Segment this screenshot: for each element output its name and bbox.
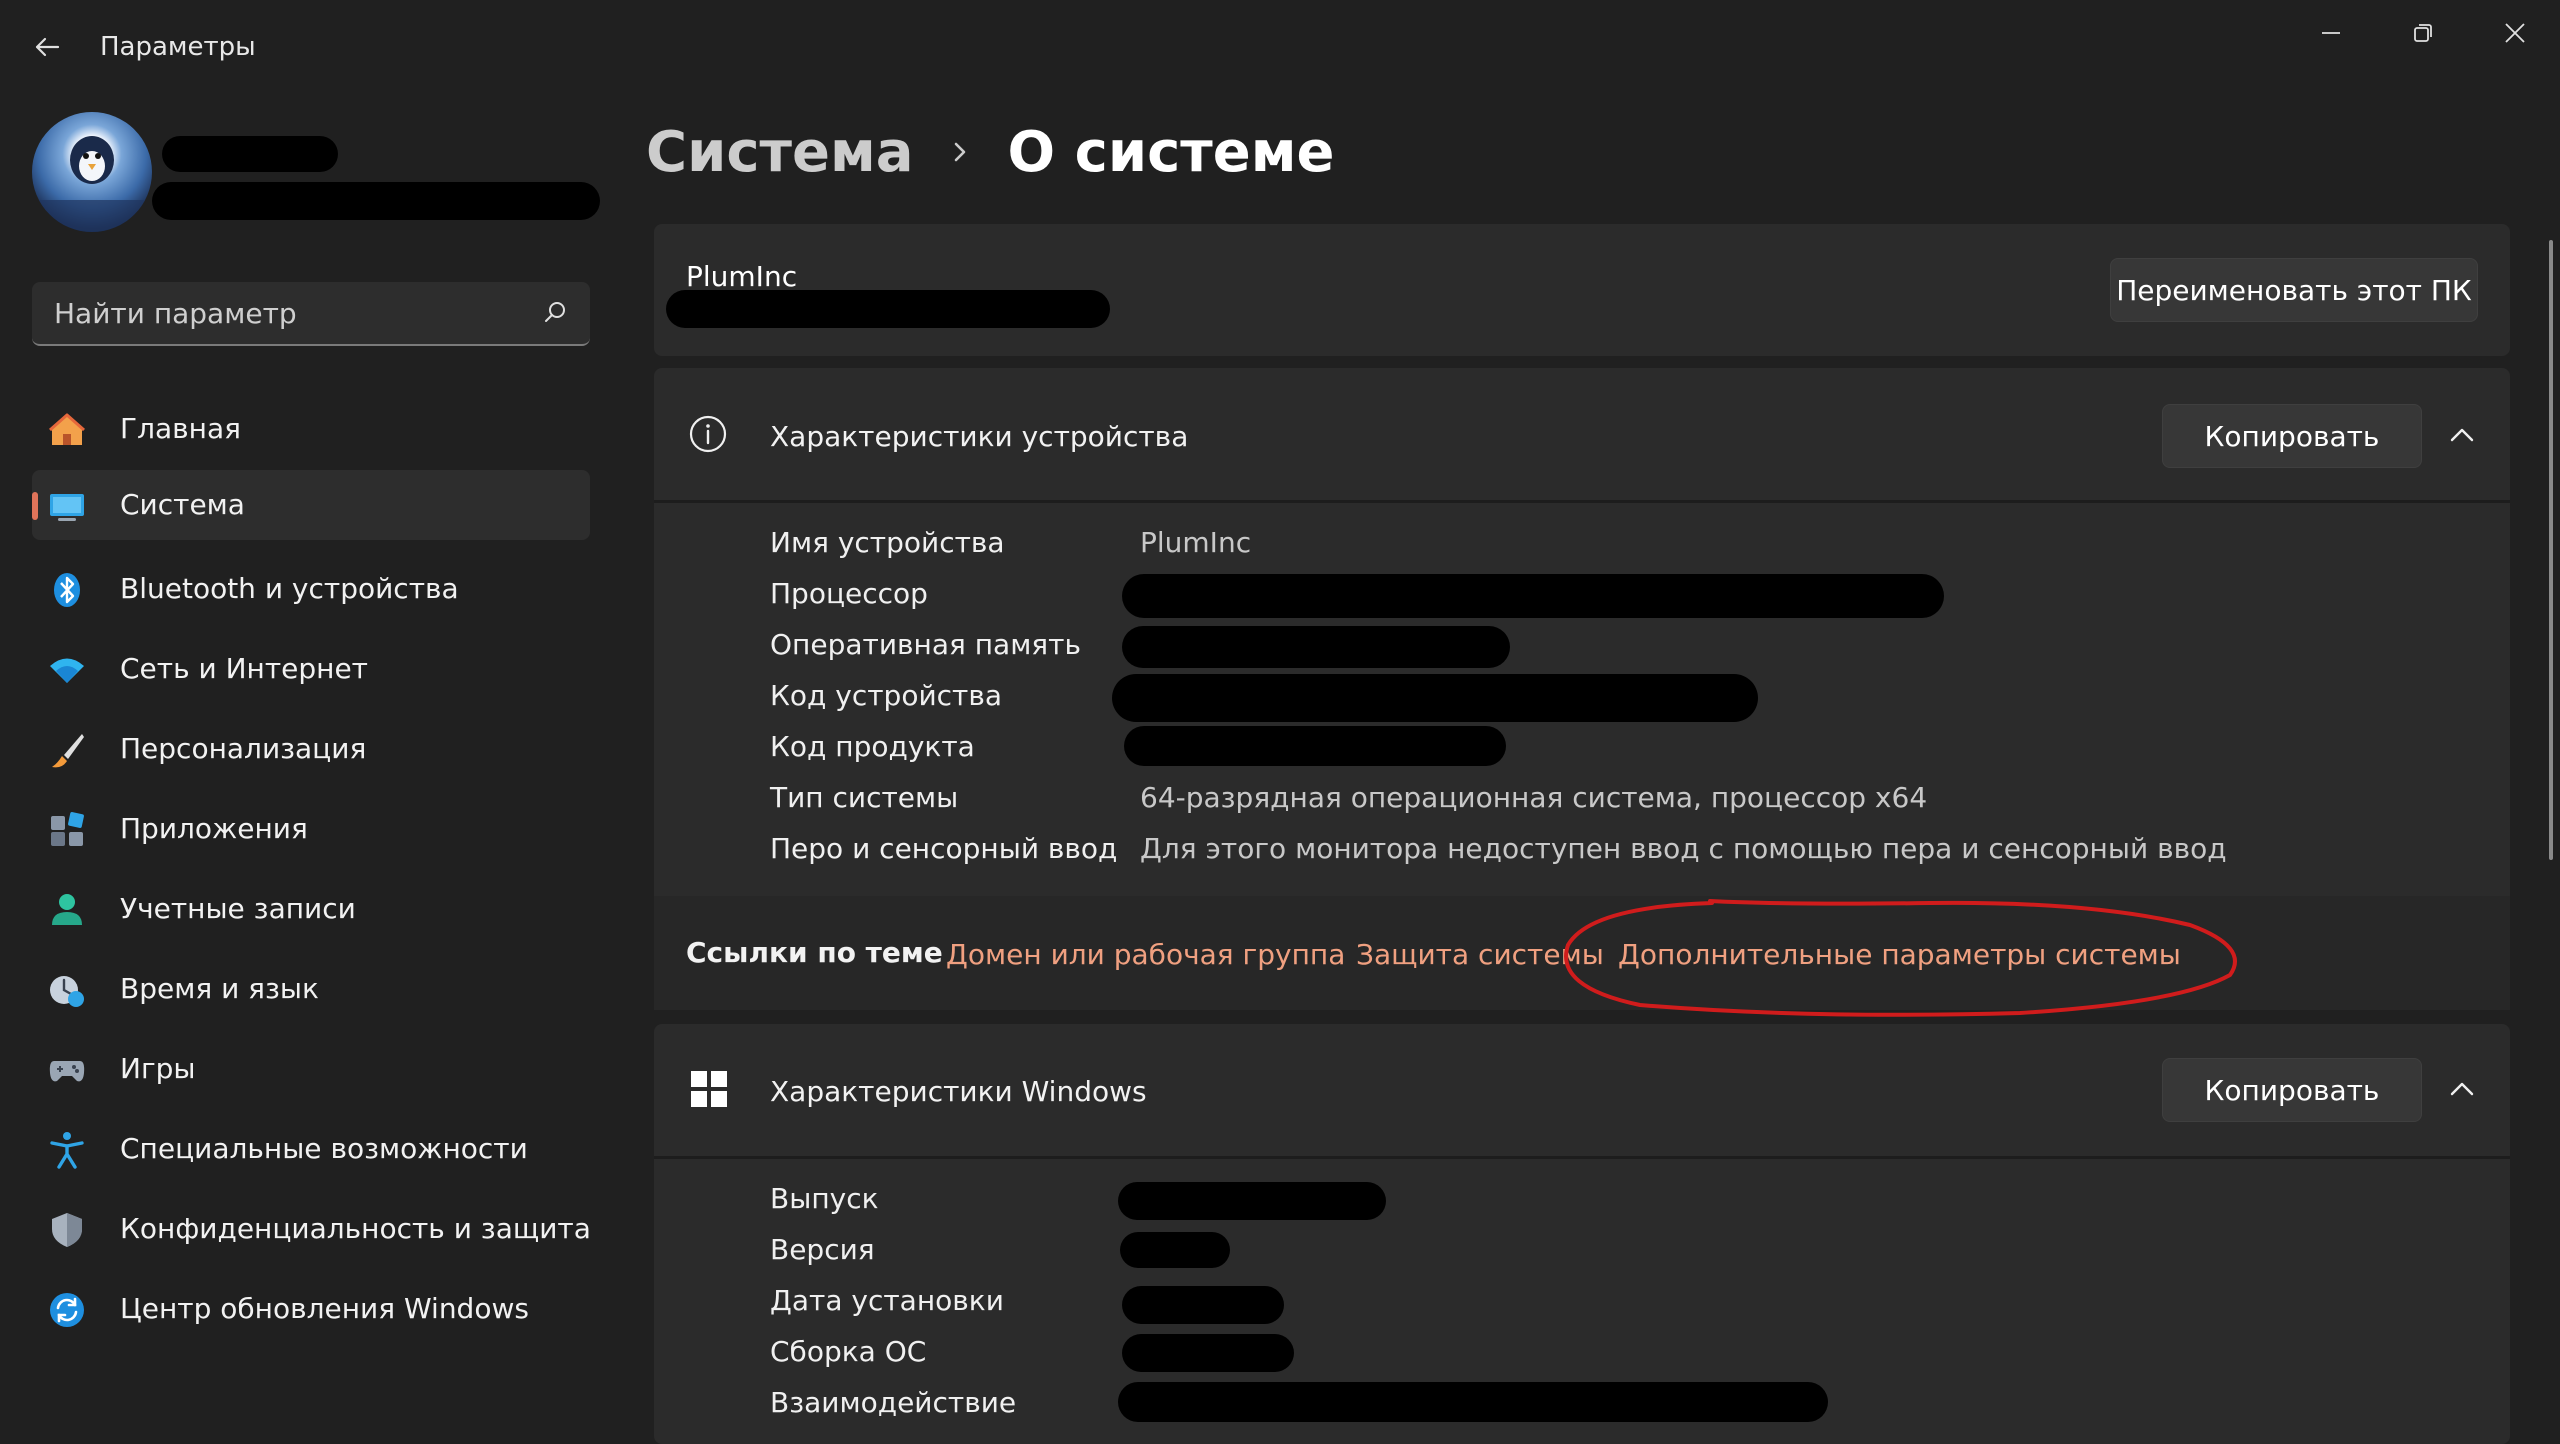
- windows-specs-title: Характеристики Windows: [770, 1075, 1147, 1108]
- rename-pc-button[interactable]: Переименовать этот ПК: [2110, 258, 2478, 322]
- redacted-pc-info: [666, 290, 1110, 328]
- sidebar-item-label: Сеть и Интернет: [120, 652, 368, 685]
- spec-label: Тип системы: [770, 781, 959, 814]
- spec-label: Выпуск: [770, 1182, 879, 1215]
- redacted-spec-value: [1118, 1182, 1386, 1220]
- redacted-spec-value: [1120, 1232, 1230, 1268]
- spec-label: Взаимодействие: [770, 1386, 1017, 1419]
- redacted-spec-value: [1118, 1382, 1828, 1422]
- sidebar-item-label: Специальные возможности: [120, 1132, 528, 1165]
- home-icon: [49, 413, 85, 445]
- wifi-icon: [50, 658, 84, 683]
- chevron-right-icon: [954, 142, 965, 162]
- scrollbar-thumb[interactable]: [2549, 240, 2553, 860]
- apps-icon: [51, 812, 84, 846]
- sidebar-item-bluetooth[interactable]: Bluetooth и устройства: [32, 554, 590, 624]
- spec-label: Оперативная память: [770, 628, 1081, 661]
- sidebar-item-time-language[interactable]: Время и язык: [32, 954, 590, 1024]
- restore-icon: [2414, 24, 2432, 42]
- sidebar-item-label: Bluetooth и устройства: [120, 572, 459, 605]
- sidebar-item-privacy[interactable]: Конфиденциальность и защита: [32, 1194, 591, 1264]
- redacted-spec-value: [1122, 1286, 1284, 1324]
- redacted-spec-value: [1122, 626, 1510, 668]
- redacted-spec-value: [1122, 574, 1944, 618]
- arrow-left-icon: [35, 37, 60, 57]
- device-specs-title: Характеристики устройства: [770, 420, 1189, 453]
- spec-label: Процессор: [770, 577, 928, 610]
- sidebar-item-home[interactable]: Главная: [32, 394, 590, 464]
- sidebar-item-label: Приложения: [120, 812, 308, 845]
- sidebar-item-windows-update[interactable]: Центр обновления Windows: [32, 1274, 590, 1344]
- update-icon: [50, 1293, 84, 1327]
- title-bar: Параметры: [0, 0, 2560, 98]
- close-icon: [2505, 23, 2525, 43]
- avatar[interactable]: [32, 112, 152, 232]
- clock-globe-icon: [50, 976, 84, 1007]
- redacted-user-email: [152, 182, 600, 220]
- sidebar-item-accessibility[interactable]: Специальные возможности: [32, 1114, 590, 1184]
- sidebar-item-label: Персонализация: [120, 732, 367, 765]
- link-domain-workgroup[interactable]: Домен или рабочая группа: [946, 938, 1345, 971]
- redacted-spec-value: [1124, 726, 1506, 766]
- redacted-spec-value: [1122, 1334, 1294, 1372]
- spec-label: Перо и сенсорный ввод: [770, 832, 1118, 865]
- sidebar-item-label: Игры: [120, 1052, 196, 1085]
- sidebar-item-network[interactable]: Сеть и Интернет: [32, 634, 590, 704]
- minimize-icon: [2322, 32, 2340, 34]
- back-button[interactable]: [22, 22, 72, 72]
- breadcrumb: Система О системе: [646, 112, 1334, 192]
- related-links-title: Ссылки по теме: [686, 936, 943, 969]
- spec-value: 64-разрядная операционная система, проце…: [1140, 781, 1928, 814]
- sidebar-item-accounts[interactable]: Учетные записи: [32, 874, 590, 944]
- brush-icon: [52, 734, 84, 768]
- monitor-icon: [50, 494, 84, 521]
- shield-icon: [52, 1213, 82, 1247]
- sidebar-item-gaming[interactable]: Игры: [32, 1034, 590, 1104]
- sidebar-item-personalization[interactable]: Персонализация: [32, 714, 590, 784]
- search-input[interactable]: [54, 296, 514, 330]
- redacted-spec-value: [1112, 674, 1758, 722]
- sidebar-item-system[interactable]: Система: [32, 470, 590, 540]
- annotation-red-circle: [1564, 899, 2237, 1017]
- bluetooth-icon: [54, 573, 80, 607]
- sidebar-item-label: Время и язык: [120, 972, 319, 1005]
- sidebar-item-label: Учетные записи: [120, 892, 356, 925]
- spec-label: Версия: [770, 1233, 875, 1266]
- accessibility-icon: [50, 1132, 84, 1169]
- divider: [654, 1156, 2510, 1159]
- spec-label: Сборка ОС: [770, 1335, 927, 1368]
- search-box[interactable]: [32, 282, 590, 346]
- spec-label: Дата установки: [770, 1284, 1004, 1317]
- spec-label: Имя устройства: [770, 526, 1005, 559]
- redacted-user-name: [162, 136, 338, 172]
- page-title: О системе: [1007, 119, 1335, 185]
- penguin-avatar-image: [32, 136, 152, 232]
- divider: [654, 500, 2510, 503]
- chevron-up-icon[interactable]: [2442, 1070, 2482, 1110]
- gamepad-icon: [49, 1061, 85, 1082]
- info-icon: [689, 415, 727, 453]
- sidebar-item-label: Главная: [120, 412, 241, 445]
- spec-value: PlumInc: [1140, 526, 1252, 559]
- user-icon: [52, 894, 82, 925]
- chevron-up-icon[interactable]: [2442, 416, 2482, 456]
- sidebar-item-label: Система: [120, 488, 245, 521]
- copy-device-specs-button[interactable]: Копировать: [2162, 404, 2422, 468]
- pc-name: PlumInc: [686, 260, 798, 293]
- spec-label: Код продукта: [770, 730, 975, 763]
- minimize-button[interactable]: [2286, 8, 2376, 58]
- selection-indicator: [32, 492, 38, 520]
- close-button[interactable]: [2470, 8, 2560, 58]
- copy-windows-specs-button[interactable]: Копировать: [2162, 1058, 2422, 1122]
- search-icon[interactable]: [540, 298, 570, 328]
- app-title: Параметры: [100, 32, 256, 62]
- sidebar-item-apps[interactable]: Приложения: [32, 794, 590, 864]
- spec-value: Для этого монитора недоступен ввод с пом…: [1140, 832, 2227, 865]
- windows-logo-icon: [691, 1071, 727, 1107]
- sidebar-item-label: Центр обновления Windows: [120, 1292, 529, 1325]
- sidebar-item-label: Конфиденциальность и защита: [120, 1212, 591, 1245]
- restore-button[interactable]: [2378, 8, 2468, 58]
- breadcrumb-parent[interactable]: Система: [646, 120, 914, 185]
- spec-label: Код устройства: [770, 679, 1003, 712]
